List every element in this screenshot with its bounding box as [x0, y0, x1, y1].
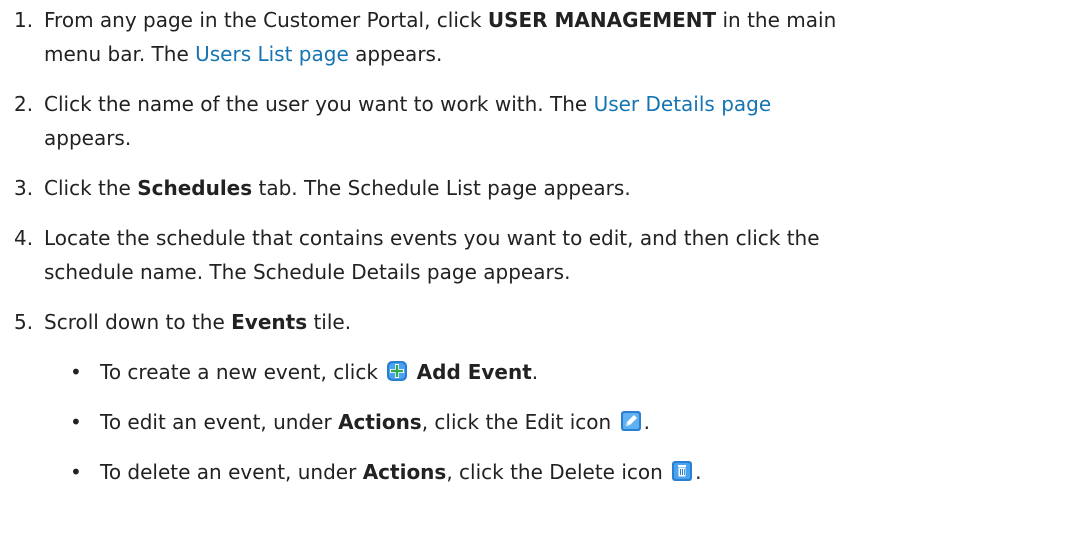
bullet-text: . [695, 460, 702, 484]
edit-icon[interactable] [620, 410, 642, 432]
step-line: Click the Schedules tab. The Schedule Li… [44, 171, 1064, 205]
step-text: From any page in the Customer Portal, cl… [44, 8, 488, 32]
step-number: 2. [14, 92, 34, 116]
users-list-page-link[interactable]: Users List page [195, 42, 349, 66]
step-number: 4. [14, 226, 34, 250]
bullet-text: , click the Delete icon [446, 460, 670, 484]
add-icon[interactable] [386, 360, 408, 382]
add-event-label: Add Event [416, 360, 532, 384]
tile-name-events: Events [231, 310, 308, 334]
tab-name-schedules: Schedules [137, 176, 253, 200]
step-text: Scroll down to the [44, 310, 232, 334]
step-line: schedule name. The Schedule Details page… [44, 255, 1064, 289]
step-line: Scroll down to the Events tile. [44, 305, 1064, 339]
step-number: 3. [14, 176, 34, 200]
user-details-page-link[interactable]: User Details page [594, 92, 772, 116]
step-line: From any page in the Customer Portal, cl… [44, 3, 1064, 37]
bullet-dot: • [70, 410, 82, 434]
actions-label: Actions [362, 460, 447, 484]
step-text: appears. [44, 126, 132, 150]
step-text: menu bar. The [44, 42, 196, 66]
bullet-text: To edit an event, under [100, 410, 339, 434]
bullet-dot: • [70, 460, 82, 484]
step-number: 1. [14, 8, 34, 32]
step-text: schedule name. The Schedule Details page… [44, 260, 571, 284]
step-text: Click the [44, 176, 138, 200]
step-line: appears. [44, 121, 1064, 155]
instructions-document: 1. From any page in the Customer Portal,… [0, 0, 1072, 546]
step-text: appears. [348, 42, 443, 66]
step-text: tab. The Schedule List page appears. [252, 176, 631, 200]
step-text: in the main [716, 8, 837, 32]
bullet-text: . [531, 360, 539, 384]
menu-name-user-management: USER MANAGEMENT [487, 8, 717, 32]
actions-label: Actions [338, 410, 422, 434]
bullet-text: . [643, 410, 650, 434]
bullet-text: , click the Edit icon [421, 410, 618, 434]
step-line: Click the name of the user you want to w… [44, 87, 1064, 121]
bullet-dot: • [70, 360, 82, 384]
step-number: 5. [14, 310, 34, 334]
step-text: Locate the schedule that contains events… [44, 226, 820, 250]
step-line: Locate the schedule that contains events… [44, 221, 1064, 255]
step-line: menu bar. The Users List page appears. [44, 37, 1064, 71]
step-text: Click the name of the user you want to w… [44, 92, 594, 116]
delete-icon[interactable] [671, 460, 693, 482]
step-text: tile. [307, 310, 352, 334]
bullet-text: To create a new event, click [100, 360, 385, 384]
bullet-text: To delete an event, under [100, 460, 363, 484]
